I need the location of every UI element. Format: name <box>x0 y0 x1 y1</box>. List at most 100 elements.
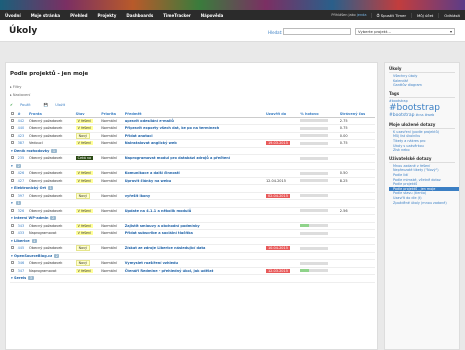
group-row[interactable]: ▾ Elektronický Ort 1 <box>10 184 375 193</box>
issue-subject-link[interactable]: Komunikace a další činnosti <box>123 169 265 178</box>
row-checkbox[interactable] <box>11 156 14 160</box>
row-checkbox[interactable] <box>11 118 14 122</box>
apply-button[interactable]: ✔ Použít <box>10 103 37 107</box>
issue-subject-link[interactable]: Update na 4.1.1 a několik modulů <box>123 207 265 215</box>
filters-toggle[interactable]: ▸ Filtry <box>10 85 21 89</box>
issue-id-link[interactable]: 440 <box>16 124 29 133</box>
issue-subject-link[interactable]: Nainstalovat anglický web <box>123 139 265 148</box>
row-select[interactable] <box>10 124 17 133</box>
group-row[interactable]: ▾ Interní WP-admin 2 <box>10 214 375 223</box>
row-checkbox[interactable] <box>11 223 14 227</box>
tag-link[interactable]: #bootstrap <box>389 99 408 103</box>
table-row[interactable]: 326 Obecný požadavek V řešení Normální Updat… <box>10 207 375 215</box>
row-select[interactable] <box>10 154 17 163</box>
table-row[interactable]: 440 Obecný požadavek V řešení Normální Připr… <box>10 124 375 133</box>
collapse-icon[interactable]: ▾ <box>11 164 13 168</box>
tag-link-large[interactable]: #bootstrap <box>389 103 455 113</box>
table-row[interactable]: 387 Vedoucí V řešení Normální Nainstalovat a… <box>10 139 375 148</box>
issue-subject-link[interactable]: Přidat subscribe a sociální tlačítka <box>123 229 265 238</box>
project-select[interactable]: Vyberte projekt... ▾ <box>355 28 455 35</box>
group-row[interactable]: ▾ Serels 3 <box>10 274 375 283</box>
options-toggle[interactable]: ▸ Nastavení <box>10 93 30 97</box>
row-checkbox[interactable] <box>11 231 14 235</box>
row-checkbox[interactable] <box>11 133 14 137</box>
issue-subject-link[interactable]: Naprogramovat modul pro databázi zdrojů … <box>123 154 265 163</box>
group-label[interactable]: ▾ Elektronický Ort 1 <box>10 184 375 193</box>
issue-id-link[interactable]: 445 <box>16 244 29 253</box>
row-checkbox[interactable] <box>11 178 14 182</box>
issue-id-link[interactable]: 235 <box>16 154 29 163</box>
issue-id-link[interactable]: 397 <box>16 192 29 200</box>
group-row[interactable]: ▾ Liberice 1 <box>10 237 375 245</box>
nav-my-page[interactable]: Moje stránka <box>26 13 65 18</box>
row-checkbox[interactable] <box>11 171 14 175</box>
table-row[interactable]: 397 Obecný požadavek Nový Normální vyřešit i… <box>10 192 375 200</box>
table-row[interactable]: 235 Obecný požadavek Čeká na Normální Naprog… <box>10 154 375 163</box>
issue-id-link[interactable]: 387 <box>16 139 29 148</box>
row-checkbox[interactable] <box>11 268 14 272</box>
group-row[interactable]: ▾ OpenSourceBlog.cz 2 <box>10 252 375 260</box>
issue-id-link[interactable]: 343 <box>16 222 29 230</box>
row-select[interactable] <box>10 132 17 140</box>
issue-id-link[interactable]: 442 <box>16 117 29 125</box>
issue-id-link[interactable]: 326 <box>16 207 29 215</box>
issue-subject-link[interactable]: Upravit články na webu <box>123 177 265 185</box>
nav-home[interactable]: Úvodní <box>0 13 26 18</box>
collapse-icon[interactable]: ▾ <box>11 276 13 280</box>
row-select[interactable] <box>10 207 17 215</box>
group-label[interactable]: ▾ OpenSourceBlog.cz 2 <box>10 252 375 260</box>
collapse-icon[interactable]: ▾ <box>11 239 13 243</box>
nav-overview[interactable]: Přehled <box>65 13 92 18</box>
group-row[interactable]: ▾ Deník rozhodovky 1 <box>10 147 375 155</box>
nav-help[interactable]: Nápověda <box>196 13 229 18</box>
row-select[interactable] <box>10 222 17 230</box>
issue-subject-link[interactable]: Připravit exporty všech dat, ke po na te… <box>123 124 265 133</box>
issue-id-link[interactable]: 347 <box>16 267 29 275</box>
issue-id-link[interactable]: 423 <box>16 132 29 140</box>
group-label[interactable]: ▾ Liberice 1 <box>10 237 375 245</box>
sidebar-query-link[interactable]: Zpožděné úkoly (mnou zadané) <box>393 201 459 206</box>
row-checkbox[interactable] <box>11 208 14 212</box>
sidebar-link-gantt[interactable]: Ganttův diagram <box>393 83 459 88</box>
issue-subject-link[interactable]: Čtenáři Redmine - přehledný úkol, jak ud… <box>123 267 265 275</box>
collapse-icon[interactable]: ▾ <box>11 201 13 205</box>
collapse-icon[interactable]: ▾ <box>11 254 13 258</box>
collapse-icon[interactable]: ▾ <box>11 149 13 153</box>
row-checkbox[interactable] <box>11 141 14 145</box>
table-row[interactable]: 426 Obecný požadavek V řešení Normální Komun… <box>10 169 375 178</box>
tag-link[interactable]: #web <box>425 113 435 117</box>
group-label[interactable]: ▾ Serels 3 <box>10 274 375 283</box>
table-row[interactable]: 346 Obecný požadavek Nový Normální Vymyslet … <box>10 259 375 268</box>
row-select[interactable] <box>10 139 17 148</box>
issue-subject-link[interactable]: Zajistit smlouvy a obchodní podmínky <box>123 222 265 230</box>
row-checkbox[interactable] <box>11 246 14 250</box>
tag-link[interactable]: #css <box>416 113 424 117</box>
row-checkbox[interactable] <box>11 193 14 197</box>
nav-timetracker[interactable]: TimeTracker <box>158 13 196 18</box>
issue-subject-link[interactable]: vyřešit ikony <box>123 192 265 200</box>
issue-subject-link[interactable]: Získat ze zdroje Liberice následující da… <box>123 244 265 253</box>
row-select[interactable] <box>10 229 17 238</box>
table-row[interactable]: 442 Obecný požadavek V řešení Normální uprav… <box>10 117 375 125</box>
row-select[interactable] <box>10 259 17 268</box>
table-row[interactable]: 427 Obecný požadavek V řešení Normální Uprav… <box>10 177 375 185</box>
row-select[interactable] <box>10 192 17 200</box>
group-row[interactable]: ▾ 2 <box>10 162 375 170</box>
user-link[interactable]: jenda <box>357 13 367 17</box>
my-account-link[interactable]: Můj účet <box>411 12 438 18</box>
group-label[interactable]: ▾ Deník rozhodovky 1 <box>10 147 375 155</box>
nav-dashboards[interactable]: Dashboards <box>121 13 158 18</box>
table-row[interactable]: 445 Obecný požadavek Nový Normální Získat ze… <box>10 244 375 253</box>
sidebar-query-link[interactable]: Zisk nebo <box>393 148 459 153</box>
start-timer-button[interactable]: ⏱ Spustit Timer <box>370 12 411 18</box>
issue-id-link[interactable]: 346 <box>16 259 29 268</box>
group-label[interactable]: ▾ 2 <box>10 162 375 170</box>
issue-id-link[interactable]: 433 <box>16 229 29 238</box>
table-row[interactable]: 343 Obecný požadavek V řešení Normální Zajis… <box>10 222 375 230</box>
nav-projects[interactable]: Projekty <box>93 13 122 18</box>
collapse-icon[interactable]: ▾ <box>11 186 13 190</box>
row-select[interactable] <box>10 117 17 125</box>
collapse-icon[interactable]: ▾ <box>11 216 13 220</box>
save-button[interactable]: 💾 Uložit <box>44 103 71 107</box>
issue-id-link[interactable]: 426 <box>16 169 29 178</box>
